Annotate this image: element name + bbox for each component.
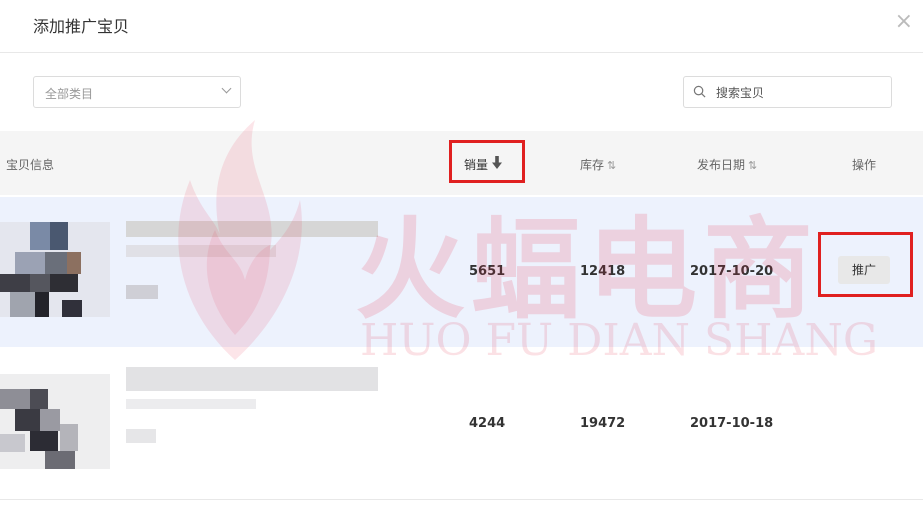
close-icon[interactable]: × [895,9,913,34]
column-header-stock[interactable]: 库存 ⇅ [580,156,616,173]
chevron-down-icon [221,83,232,94]
search-input[interactable] [714,83,888,103]
product-thumbnail [0,374,110,469]
stock-value: 12418 [580,264,626,279]
sales-value: 4244 [469,416,506,431]
stock-header-label: 库存 [580,158,605,172]
highlight-box-promote [818,232,913,297]
search-box[interactable] [683,76,892,108]
product-price-blurred [126,429,156,443]
table-row: 4244 19472 2017-10-18 [0,349,923,500]
sort-icon: ⇅ [607,159,617,172]
column-header-date[interactable]: 发布日期 ⇅ [697,156,757,173]
search-icon [693,85,706,98]
product-thumbnail [0,222,110,317]
category-selected-value: 全部类目 [45,87,94,101]
add-promotion-dialog: 添加推广宝贝 × 全部类目 宝贝信息 销量 库存⇅ 发布日期⇅ 操作 [0,0,923,506]
table-row: 5651 12418 2017-10-20 推广 [0,197,923,347]
sales-value: 5651 [469,264,506,279]
product-title-blurred [126,367,378,391]
product-price-blurred [126,285,158,299]
date-value: 2017-10-18 [690,416,774,431]
dialog-header: 添加推广宝贝 × [0,0,923,53]
stock-value: 19472 [580,416,626,431]
dialog-title: 添加推广宝贝 [33,17,130,36]
product-title-blurred [126,221,378,237]
highlight-box-sales [449,140,525,183]
product-subtitle-blurred [126,399,256,409]
category-select[interactable]: 全部类目 [33,76,241,108]
product-subtitle-blurred [126,245,276,257]
sort-icon: ⇅ [748,159,758,172]
column-header-operation: 操作 [852,158,877,172]
date-value: 2017-10-20 [690,264,774,279]
date-header-label: 发布日期 [697,158,746,172]
column-header-info: 宝贝信息 [6,158,55,172]
